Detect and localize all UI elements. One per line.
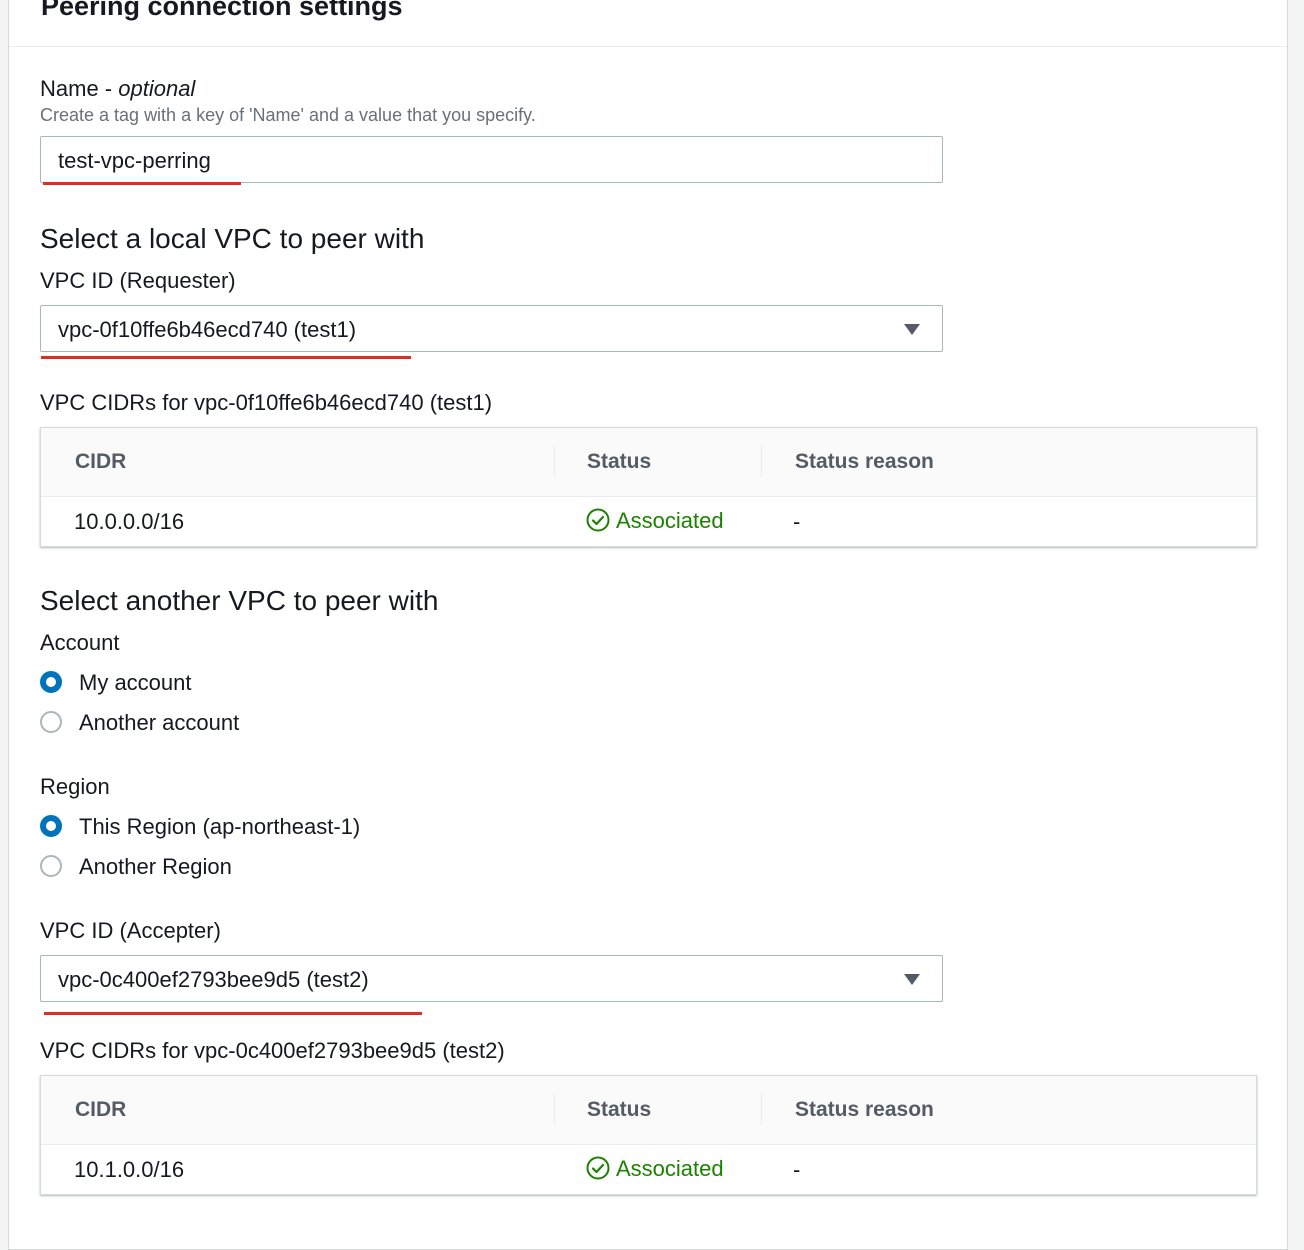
- name-label-optional: optional: [118, 76, 196, 101]
- status-reason-cell: -: [793, 1157, 801, 1182]
- radio-another-account[interactable]: [40, 711, 62, 733]
- caret-down-icon: [904, 974, 920, 985]
- column-header-cidr[interactable]: CIDR: [75, 1098, 126, 1122]
- name-label-text: Name -: [40, 76, 119, 101]
- annotation-underline-accepter: [44, 1012, 422, 1015]
- status-reason-cell: -: [793, 509, 801, 534]
- column-header-status[interactable]: Status: [587, 1098, 651, 1122]
- accepter-cidr-table: CIDR Status Status reason 10.1.0.0/16 As…: [40, 1075, 1257, 1195]
- peer-vpc-heading: Select another VPC to peer with: [40, 585, 439, 616]
- name-input[interactable]: test-vpc-perring: [40, 136, 943, 183]
- name-field-hint: Create a tag with a key of 'Name' and a …: [40, 105, 536, 125]
- column-header-status-reason[interactable]: Status reason: [795, 1098, 934, 1122]
- radio-label-another-account[interactable]: Another account: [79, 710, 239, 736]
- name-input-value: test-vpc-perring: [58, 148, 211, 173]
- check-circle-icon: [586, 508, 610, 532]
- column-header-status[interactable]: Status: [587, 450, 651, 474]
- requester-vpc-select[interactable]: vpc-0f10ffe6b46ecd740 (test1): [40, 305, 943, 352]
- radio-label-my-account[interactable]: My account: [79, 670, 192, 696]
- radio-my-account[interactable]: [40, 671, 62, 693]
- status-cell: Associated: [586, 1156, 724, 1182]
- status-text: Associated: [616, 1156, 724, 1181]
- column-separator: [554, 445, 555, 477]
- status-text: Associated: [616, 508, 724, 533]
- table-header: CIDR Status Status reason: [41, 428, 1256, 497]
- check-circle-icon: [586, 1156, 610, 1180]
- local-vpc-heading: Select a local VPC to peer with: [40, 223, 425, 254]
- radio-label-this-region[interactable]: This Region (ap-northeast-1): [79, 814, 360, 840]
- accepter-vpc-select[interactable]: vpc-0c400ef2793bee9d5 (test2): [40, 955, 943, 1002]
- requester-cidr-title: VPC CIDRs for vpc-0f10ffe6b46ecd740 (tes…: [40, 390, 493, 415]
- column-separator: [554, 1093, 555, 1125]
- cidr-cell: 10.0.0.0/16: [74, 509, 185, 534]
- cidr-cell: 10.1.0.0/16: [74, 1157, 185, 1182]
- table-header: CIDR Status Status reason: [41, 1076, 1256, 1145]
- panel-header: Peering connection settings: [9, 0, 1287, 47]
- panel-title: Peering connection settings: [41, 0, 403, 21]
- caret-down-icon: [904, 324, 920, 335]
- accepter-vpc-label: VPC ID (Accepter): [40, 918, 221, 943]
- column-separator: [761, 1093, 762, 1125]
- name-field-label: Name - optional: [40, 76, 195, 102]
- annotation-underline-name: [43, 182, 241, 185]
- annotation-underline-requester: [41, 356, 411, 359]
- column-separator: [761, 445, 762, 477]
- radio-another-region[interactable]: [40, 855, 62, 877]
- requester-vpc-label: VPC ID (Requester): [40, 268, 236, 293]
- requester-vpc-value: vpc-0f10ffe6b46ecd740 (test1): [58, 317, 357, 342]
- requester-cidr-table: CIDR Status Status reason 10.0.0.0/16 As…: [40, 427, 1257, 547]
- region-label: Region: [40, 774, 110, 799]
- account-label: Account: [40, 630, 120, 655]
- column-header-status-reason[interactable]: Status reason: [795, 450, 934, 474]
- accepter-vpc-value: vpc-0c400ef2793bee9d5 (test2): [58, 967, 369, 992]
- accepter-cidr-title: VPC CIDRs for vpc-0c400ef2793bee9d5 (tes…: [40, 1038, 505, 1063]
- column-header-cidr[interactable]: CIDR: [75, 450, 126, 474]
- radio-this-region[interactable]: [40, 815, 62, 837]
- radio-label-another-region[interactable]: Another Region: [79, 854, 232, 880]
- status-cell: Associated: [586, 508, 724, 534]
